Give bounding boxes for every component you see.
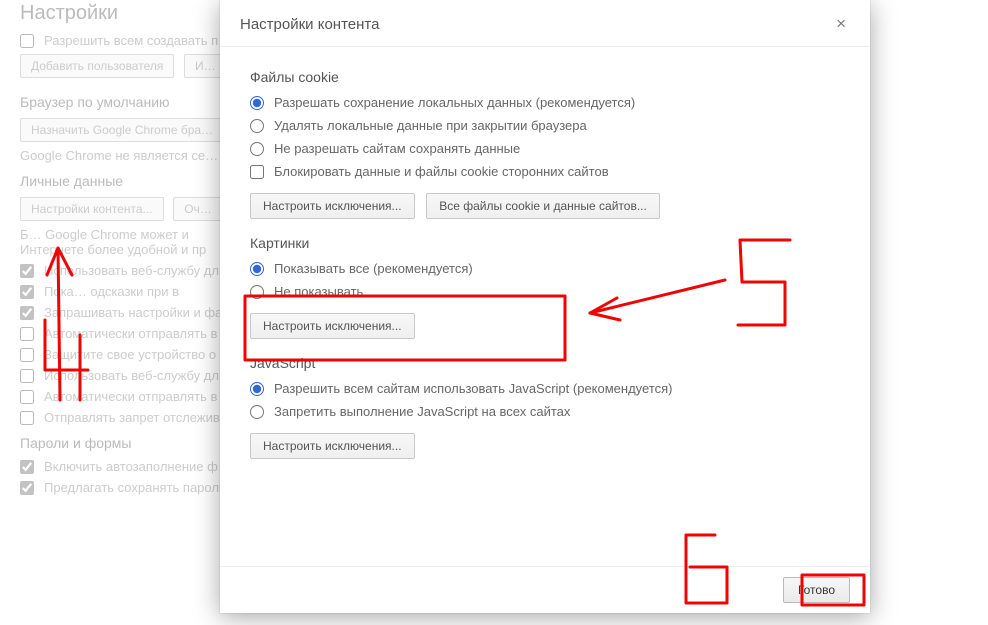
cookies-exceptions-button[interactable]: Настроить исключения... xyxy=(250,193,415,219)
privacy-opt3-label: Запрашивать настройки и фа xyxy=(44,305,222,320)
dialog-body[interactable]: Файлы cookie Разрешать сохранение локаль… xyxy=(220,47,870,566)
privacy-opt6-label: Использовать веб-службу дл xyxy=(44,368,219,383)
privacy-opt8-label: Отправлять запрет отслежива xyxy=(44,410,227,425)
js-allow-label: Разрешить всем сайтам использовать JavaS… xyxy=(274,381,673,396)
done-button[interactable]: Готово xyxy=(783,577,850,603)
images-hide-radio[interactable]: Не показывать xyxy=(250,284,858,299)
images-show-radio-input[interactable] xyxy=(250,262,264,276)
privacy-opt1-checkbox xyxy=(20,264,34,278)
cookies-allow-radio-input[interactable] xyxy=(250,96,264,110)
privacy-opt2-label: Пока… одсказки при в xyxy=(44,284,179,299)
cookies-allow-radio[interactable]: Разрешать сохранение локальных данных (р… xyxy=(250,95,858,110)
js-allow-radio-input[interactable] xyxy=(250,382,264,396)
cookies-allow-label: Разрешать сохранение локальных данных (р… xyxy=(274,95,635,110)
privacy-opt7-label: Автоматически отправлять в xyxy=(44,389,217,404)
close-icon[interactable]: × xyxy=(832,14,850,34)
privacy-opt3-checkbox xyxy=(20,306,34,320)
cookies-session-radio-input[interactable] xyxy=(250,119,264,133)
privacy-opt8-checkbox xyxy=(20,411,34,425)
dialog-title: Настройки контента xyxy=(240,16,379,33)
cookies-block-radio-input[interactable] xyxy=(250,142,264,156)
privacy-opt5-label: Защитите свое устройство о xyxy=(44,347,216,362)
cookies-block-label: Не разрешать сайтам сохранять данные xyxy=(274,141,520,156)
content-settings-dialog: Настройки контента × Файлы cookie Разреш… xyxy=(220,0,870,613)
js-block-radio-input[interactable] xyxy=(250,405,264,419)
cookies-session-label: Удалять локальные данные при закрытии бр… xyxy=(274,118,587,133)
js-block-label: Запретить выполнение JavaScript на всех … xyxy=(274,404,570,419)
privacy-opt4-label: Автоматически отправлять в xyxy=(44,326,217,341)
set-default-browser-button: Назначить Google Chrome бра… xyxy=(20,118,224,142)
images-heading: Картинки xyxy=(250,235,858,251)
dialog-footer: Готово xyxy=(220,566,870,613)
privacy-opt6-checkbox xyxy=(20,369,34,383)
passwords-opt1-checkbox xyxy=(20,460,34,474)
privacy-opt1-label: Использовать веб-службу дл xyxy=(44,263,219,278)
js-allow-radio[interactable]: Разрешить всем сайтам использовать JavaS… xyxy=(250,381,858,396)
add-user-button: Добавить пользователя xyxy=(20,54,174,78)
clear-data-button: Оч… xyxy=(173,197,223,221)
passwords-opt1-label: Включить автозаполнение ф xyxy=(44,459,218,474)
cookies-thirdparty-checkbox-input[interactable] xyxy=(250,165,264,179)
cookies-session-radio[interactable]: Удалять локальные данные при закрытии бр… xyxy=(250,118,858,133)
privacy-opt7-checkbox xyxy=(20,390,34,404)
cookies-block-radio[interactable]: Не разрешать сайтам сохранять данные xyxy=(250,141,858,156)
cookies-thirdparty-label: Блокировать данные и файлы cookie сторон… xyxy=(274,164,609,179)
allow-all-users-checkbox xyxy=(20,34,34,48)
dialog-header: Настройки контента × xyxy=(220,0,870,47)
images-show-radio[interactable]: Показывать все (рекомендуется) xyxy=(250,261,858,276)
privacy-opt5-checkbox xyxy=(20,348,34,362)
js-block-radio[interactable]: Запретить выполнение JavaScript на всех … xyxy=(250,404,858,419)
images-show-label: Показывать все (рекомендуется) xyxy=(274,261,473,276)
privacy-opt4-checkbox xyxy=(20,327,34,341)
images-exceptions-button[interactable]: Настроить исключения... xyxy=(250,313,415,339)
allow-all-users-label: Разрешить всем создавать п… xyxy=(44,33,231,48)
cookies-thirdparty-checkbox[interactable]: Блокировать данные и файлы cookie сторон… xyxy=(250,164,858,179)
images-hide-label: Не показывать xyxy=(274,284,363,299)
js-exceptions-button[interactable]: Настроить исключения... xyxy=(250,433,415,459)
passwords-opt2-checkbox xyxy=(20,481,34,495)
cookies-all-data-button[interactable]: Все файлы cookie и данные сайтов... xyxy=(426,193,660,219)
privacy-opt2-checkbox xyxy=(20,285,34,299)
js-heading: JavaScript xyxy=(250,355,858,371)
images-hide-radio-input[interactable] xyxy=(250,285,264,299)
cookies-heading: Файлы cookie xyxy=(250,69,858,85)
content-settings-button: Настройки контента... xyxy=(20,197,164,221)
